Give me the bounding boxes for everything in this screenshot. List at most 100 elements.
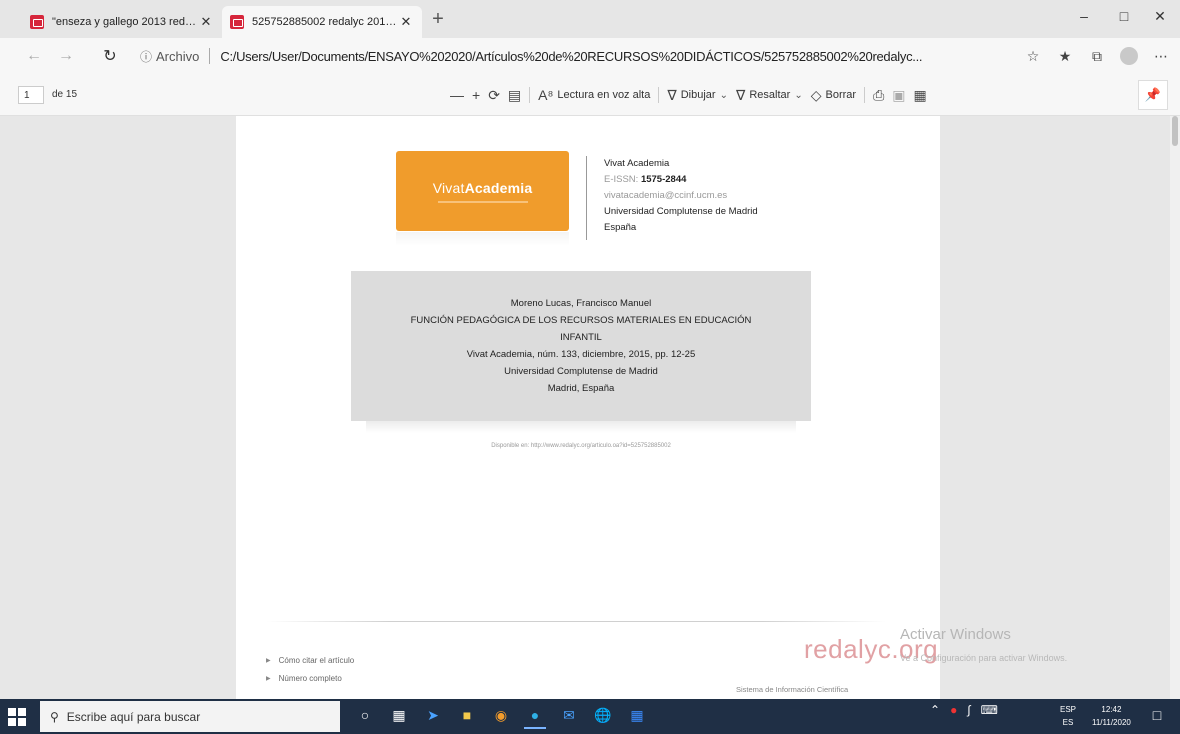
cite-article-link[interactable]: ▶ Cómo citar el artículo [266, 656, 354, 665]
avatar [1120, 47, 1138, 65]
lang-bottom: ES [1062, 718, 1074, 727]
fit-page-icon: ▤ [507, 86, 522, 103]
close-tab-icon[interactable]: ✕ [198, 14, 214, 30]
divider [586, 156, 587, 240]
refresh-icon[interactable]: ↻ [96, 42, 124, 70]
pin-icon: 📌 [1144, 87, 1162, 102]
eissn-value: 1575-2844 [640, 174, 687, 185]
pin-toolbar-button[interactable]: 📌 [1138, 80, 1168, 110]
journal-country: España [604, 222, 637, 233]
chevron-down-icon[interactable]: ⌄ [794, 90, 802, 101]
scrollbar-thumb[interactable] [1172, 116, 1178, 146]
triangle-right-icon: ▶ [266, 676, 271, 682]
vertical-scrollbar[interactable] [1170, 116, 1180, 699]
erase-button[interactable]: ◇ Borrar [811, 87, 856, 104]
page-number-input[interactable]: 1 [18, 86, 44, 104]
windows-taskbar: ⚲ Escribe aquí para buscar ○ ▦ ➤ ■ ◉ ● ✉… [0, 699, 1180, 734]
rotate-button[interactable]: ⟳ [488, 87, 500, 104]
divider [209, 48, 211, 64]
draw-icon: ∇ [667, 86, 677, 103]
info-icon[interactable]: ⓘ [140, 48, 152, 65]
search-placeholder: Escribe aquí para buscar [66, 709, 201, 724]
clock-time: 12:42 [1101, 705, 1122, 714]
eraser-icon: ◇ [810, 86, 822, 103]
erase-label: Borrar [825, 89, 857, 101]
search-icon: ⚲ [50, 709, 59, 724]
save-as-button[interactable]: ▦ [914, 87, 927, 104]
word-icon[interactable]: ▦ [626, 703, 648, 729]
maximize-button[interactable]: □ [1104, 8, 1144, 28]
address-actions: ☆ ★ ⧉ ⋯ [1022, 44, 1172, 68]
language-indicator[interactable]: ESP ES [1060, 703, 1076, 729]
logo-tagline [437, 200, 528, 203]
chevron-down-icon[interactable]: ⌄ [720, 90, 728, 101]
full-issue-link[interactable]: ▶ Número completo [266, 674, 342, 683]
new-tab-button[interactable]: + [428, 9, 448, 30]
pdf-page: VivatAcademia Vivat Academia E-ISSN: 157… [236, 116, 940, 699]
tab-strip: "enseza y gallego 2013 redalyc ✕ 5257528… [0, 0, 1180, 38]
favorites-list-icon[interactable]: ★ [1054, 44, 1076, 68]
windows-start-icon[interactable] [8, 708, 26, 726]
keyboard-icon[interactable]: ⌨ [981, 703, 998, 717]
article-reference-box: Moreno Lucas, Francisco Manuel FUNCIÓN P… [351, 271, 811, 421]
mail-icon[interactable]: ✉ [558, 703, 580, 729]
fit-page-button[interactable]: ▤ [508, 87, 521, 104]
read-aloud-label: Lectura en voz alta [557, 89, 651, 101]
taskbar-search-input[interactable]: ⚲ Escribe aquí para buscar [40, 701, 340, 732]
more-menu-icon[interactable]: ⋯ [1150, 44, 1172, 68]
tab-label: "enseza y gallego 2013 redalyc [52, 16, 198, 28]
url-field[interactable]: ⓘ Archivo C:/Users/User/Documents/ENSAYO… [140, 44, 970, 68]
highlight-button[interactable]: ∇ Resaltar ⌄ [736, 87, 803, 104]
draw-label: Dibujar [680, 89, 716, 101]
notifications-icon[interactable]: □ [1148, 707, 1166, 725]
pdf-viewer: VivatAcademia Vivat Academia E-ISSN: 157… [0, 116, 1180, 699]
antivirus-icon[interactable]: ● [950, 703, 957, 717]
zoom-in-button[interactable]: + [472, 87, 480, 103]
system-tray: ⌃ ● ∫ ⌨ [930, 703, 998, 717]
article-place: Madrid, España [547, 383, 615, 394]
url-text[interactable]: C:/Users/User/Documents/ENSAYO%202020/Ar… [220, 49, 922, 64]
save-button[interactable]: ▣ [892, 87, 905, 104]
forward-arrow-icon[interactable]: → [52, 42, 80, 70]
close-tab-icon[interactable]: ✕ [398, 14, 414, 30]
zoom-out-button[interactable]: — [450, 87, 464, 103]
journal-info: Vivat Academia E-ISSN: 1575-2844 vivatac… [604, 156, 758, 236]
minimize-button[interactable]: – [1064, 8, 1104, 28]
draw-button[interactable]: ∇ Dibujar ⌄ [667, 87, 728, 104]
chevron-up-icon[interactable]: ⌃ [930, 703, 940, 717]
lang-top: ESP [1060, 705, 1077, 714]
edge-icon[interactable]: ● [524, 703, 546, 729]
file-explorer-icon[interactable]: ■ [456, 703, 478, 729]
read-aloud-icon: A⁸ [538, 87, 554, 103]
clock-date: 11/11/2020 [1092, 718, 1131, 727]
cortana-icon[interactable]: ○ [354, 703, 376, 729]
footer-divider [266, 621, 886, 622]
favorite-star-icon[interactable]: ☆ [1022, 44, 1044, 68]
print-button[interactable]: ⎙ [873, 87, 884, 104]
clock[interactable]: 12:42 11/11/2020 [1092, 703, 1131, 729]
chrome-icon[interactable]: ◉ [490, 703, 512, 729]
profile-avatar[interactable] [1118, 44, 1140, 68]
taskbar-apps: ○ ▦ ➤ ■ ◉ ● ✉ 🌐 ▦ [354, 703, 648, 729]
redalyc-caption: Sistema de Información Científica [736, 685, 849, 694]
journal-email[interactable]: vivatacademia@ccinf.ucm.es [604, 188, 758, 204]
print-icon: ⎙ [873, 86, 885, 103]
back-arrow-icon[interactable]: ← [20, 42, 48, 70]
activate-windows-hint: Ve a Configuración para activar Windows. [900, 653, 1068, 663]
plus-icon: + [472, 87, 481, 103]
pdf-file-icon [30, 15, 44, 29]
close-window-button[interactable]: ✕ [1140, 8, 1180, 28]
edge-legacy-icon[interactable]: ➤ [422, 703, 444, 729]
pen-icon[interactable]: ∫ [967, 703, 970, 717]
collections-icon[interactable]: ⧉ [1086, 44, 1108, 68]
triangle-right-icon: ▶ [266, 658, 271, 664]
globe-icon[interactable]: 🌐 [592, 703, 614, 729]
tab-redalyc-2015[interactable]: 525752885002 redalyc 2015.pdf ✕ [222, 6, 422, 38]
available-at-link[interactable]: Disponible en: http://www.redalyc.org/ar… [236, 443, 926, 449]
tab-enseza-gallego[interactable]: "enseza y gallego 2013 redalyc ✕ [22, 6, 222, 38]
scheme-label: Archivo [156, 48, 200, 64]
task-view-icon[interactable]: ▦ [388, 703, 410, 729]
read-aloud-button[interactable]: A⁸ Lectura en voz alta [538, 87, 650, 103]
divider [658, 87, 660, 103]
eissn-line: E-ISSN: 1575-2844 [604, 172, 758, 188]
